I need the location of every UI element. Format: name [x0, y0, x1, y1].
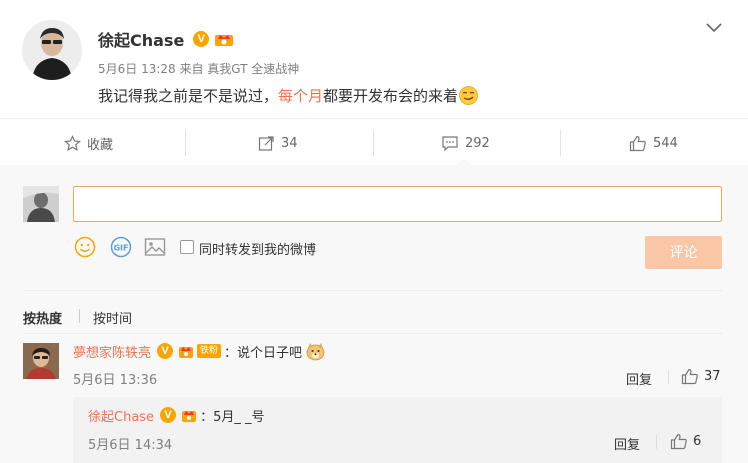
- separator: [373, 130, 374, 156]
- forward-checkbox[interactable]: [180, 240, 194, 254]
- author-row: 徐起Chase V: [98, 27, 234, 51]
- reply-author-name[interactable]: 徐起Chase: [88, 406, 154, 425]
- repost-count: 34: [281, 135, 298, 151]
- fan-badge: 铁粉: [197, 344, 222, 358]
- thumbs-up-icon: [629, 135, 646, 151]
- forward-label: 同时转发到我的微博: [199, 243, 317, 258]
- reply-label: 回复: [626, 373, 653, 388]
- crown-badge-icon: [178, 343, 194, 359]
- comment-icon: [442, 135, 458, 151]
- comment-input[interactable]: [73, 186, 722, 222]
- repost-button[interactable]: 34: [258, 133, 298, 153]
- divider: [23, 333, 722, 334]
- reply-reply-button[interactable]: 回复: [614, 434, 640, 453]
- separator: [79, 309, 80, 323]
- reply-time: 5月6日 14:34: [88, 438, 173, 453]
- emoji-picker-icon[interactable]: [74, 236, 96, 258]
- like-button[interactable]: 544: [629, 133, 678, 153]
- sort-by-time-tab[interactable]: 按时间: [93, 308, 132, 327]
- post-text-after: 都要开发布会的来着: [323, 87, 459, 105]
- sort-by-hot-tab[interactable]: 按热度: [23, 308, 62, 327]
- comment-button[interactable]: 292: [441, 133, 490, 153]
- verified-badge-icon: V: [157, 343, 174, 359]
- reply-like-count: 6: [693, 434, 702, 449]
- separator: [656, 435, 657, 449]
- post-text-before: 我记得我之前是不是说过，: [98, 87, 279, 105]
- comment-pointer: [456, 158, 472, 166]
- separator: [185, 130, 186, 156]
- smirk-emoji-icon: [459, 86, 478, 105]
- doge-emoji-icon: [306, 342, 325, 361]
- comment-like-count: 37: [704, 369, 721, 384]
- favorite-label: 收藏: [87, 137, 114, 153]
- divider: [23, 290, 722, 291]
- comment-like-button[interactable]: 37: [681, 368, 721, 385]
- crown-badge-icon: [214, 31, 234, 47]
- verified-badge-icon: V: [193, 31, 210, 47]
- gif-icon[interactable]: GIF: [110, 236, 132, 258]
- author-name[interactable]: 徐起Chase: [98, 27, 184, 51]
- favorite-button[interactable]: 收藏: [64, 133, 113, 153]
- my-avatar[interactable]: [23, 186, 59, 222]
- verified-badge-icon: V: [160, 407, 177, 423]
- reply-like-button[interactable]: 6: [670, 433, 701, 450]
- post-text-highlight[interactable]: 每个月: [278, 87, 323, 105]
- comment-count: 292: [465, 135, 490, 151]
- post-text: 我记得我之前是不是说过，每个月都要开发布会的来着: [98, 85, 478, 106]
- post-meta: 5月6日 13:28 来自 真我GT 全速战神: [98, 62, 300, 76]
- star-icon: [64, 134, 81, 151]
- crown-badge-icon: [181, 407, 197, 423]
- reply-label: 回复: [614, 438, 641, 453]
- repost-icon: [258, 135, 274, 151]
- separator: [560, 130, 561, 156]
- comment-time: 5月6日 13:36: [73, 373, 158, 388]
- submit-comment-button[interactable]: 评论: [645, 236, 722, 269]
- image-upload-icon[interactable]: [144, 236, 166, 258]
- thumbs-up-icon: [670, 433, 687, 450]
- comment-line: 夢想家陈轶亮 V 铁粉 ：说个日子吧: [73, 341, 325, 361]
- author-avatar[interactable]: [22, 20, 82, 80]
- commenter-name[interactable]: 夢想家陈轶亮: [73, 342, 151, 361]
- svg-text:GIF: GIF: [113, 244, 128, 253]
- separator: [668, 370, 669, 384]
- reply-line: 徐起Chase V ：5月_ _号: [88, 405, 264, 425]
- comment-text: ：说个日子吧: [224, 345, 303, 361]
- reply-text: ：5月_ _号: [200, 409, 265, 425]
- reply-button[interactable]: 回复: [626, 369, 652, 388]
- commenter-avatar[interactable]: [23, 343, 59, 379]
- thumbs-up-icon: [681, 368, 698, 385]
- divider: [0, 118, 748, 119]
- like-count: 544: [653, 135, 678, 151]
- chevron-down-icon[interactable]: [704, 20, 724, 36]
